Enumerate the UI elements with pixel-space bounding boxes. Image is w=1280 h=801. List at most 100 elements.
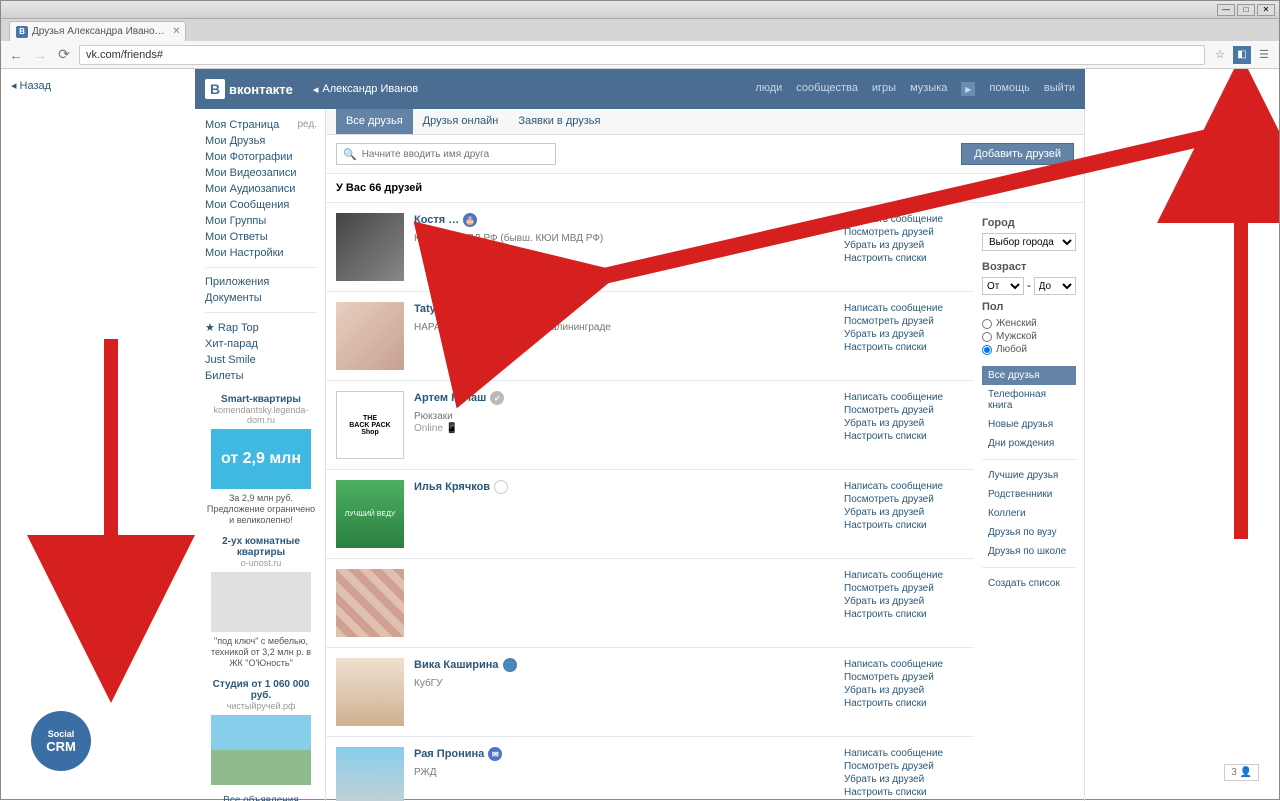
minimize-button[interactable]: — — [1217, 4, 1235, 16]
nav-answers[interactable]: Мои Ответы — [205, 229, 325, 245]
action-lists[interactable]: Настроить списки — [844, 252, 964, 265]
action-view[interactable]: Посмотреть друзей — [844, 582, 964, 595]
action-view[interactable]: Посмотреть друзей — [844, 404, 964, 417]
filter-create-list[interactable]: Создать список — [982, 574, 1076, 593]
action-lists[interactable]: Настроить списки — [844, 697, 964, 710]
avatar[interactable]: THEBACK PACKShop — [336, 391, 404, 459]
action-lists[interactable]: Настроить списки — [844, 519, 964, 532]
action-write[interactable]: Написать сообщение — [844, 391, 964, 404]
action-remove[interactable]: Убрать из друзей — [844, 417, 964, 430]
nav-people[interactable]: люди — [755, 82, 782, 96]
friend-name-link[interactable]: Вика Каширина — [414, 659, 499, 671]
nav-videos[interactable]: Мои Видеозаписи — [205, 165, 325, 181]
close-window-button[interactable]: ✕ — [1257, 4, 1275, 16]
nav-justsmile[interactable]: Just Smile — [205, 352, 325, 368]
action-lists[interactable]: Настроить списки — [844, 608, 964, 621]
nav-photos[interactable]: Мои Фотографии — [205, 149, 325, 165]
age-from-select[interactable]: От — [982, 277, 1024, 295]
action-write[interactable]: Написать сообщение — [844, 480, 964, 493]
search-box[interactable]: 🔍 — [336, 143, 556, 165]
friend-name-link[interactable]: Артем Калаш — [414, 392, 486, 404]
avatar[interactable] — [336, 213, 404, 281]
vk-logo[interactable]: В вконтакте — [205, 79, 293, 99]
tab-requests[interactable]: Заявки в друзья — [508, 109, 610, 134]
action-lists[interactable]: Настроить списки — [844, 341, 964, 354]
action-lists[interactable]: Настроить списки — [844, 786, 964, 799]
filter-coworkers[interactable]: Коллеги — [982, 504, 1076, 523]
action-remove[interactable]: Убрать из друзей — [844, 773, 964, 786]
filter-best[interactable]: Лучшие друзья — [982, 466, 1076, 485]
online-counter[interactable]: 3 👤 — [1224, 764, 1259, 781]
nav-settings[interactable]: Мои Настройки — [205, 245, 325, 261]
chrome-back-link[interactable]: ◂ Назад — [11, 79, 51, 92]
social-crm-badge[interactable]: Social CRM — [31, 711, 91, 771]
reload-button[interactable]: ⟳ — [55, 46, 73, 64]
action-view[interactable]: Посмотреть друзей — [844, 671, 964, 684]
nav-docs[interactable]: Документы — [205, 290, 325, 306]
action-write[interactable]: Написать сообщение — [844, 302, 964, 315]
action-view[interactable]: Посмотреть друзей — [844, 760, 964, 773]
close-tab-icon[interactable]: ✕ — [172, 26, 180, 37]
avatar[interactable] — [336, 569, 404, 637]
friend-name-link[interactable]: Илья Крячков — [414, 481, 490, 493]
nav-hitparad[interactable]: Хит-парад — [205, 336, 325, 352]
filter-phonebook[interactable]: Телефонная книга — [982, 385, 1076, 415]
filter-relatives[interactable]: Родственники — [982, 485, 1076, 504]
filter-school[interactable]: Друзья по школе — [982, 542, 1076, 561]
edit-link[interactable]: ред. — [297, 119, 317, 130]
nav-exit[interactable]: выйти — [1044, 82, 1075, 96]
ad-block-1[interactable]: Smart-квартиры komendantsky.legenda-dom.… — [205, 394, 325, 526]
filter-all[interactable]: Все друзья — [982, 366, 1076, 385]
action-remove[interactable]: Убрать из друзей — [844, 595, 964, 608]
nav-music[interactable]: музыка — [910, 82, 947, 96]
action-view[interactable]: Посмотреть друзей — [844, 315, 964, 328]
forward-button[interactable]: → — [31, 46, 49, 64]
nav-games[interactable]: игры — [872, 82, 896, 96]
friend-name-link[interactable]: Рая Пронина — [414, 748, 484, 760]
avatar[interactable] — [336, 658, 404, 726]
nav-my-page[interactable]: Моя Страницаред. — [205, 117, 325, 133]
action-write[interactable]: Написать сообщение — [844, 213, 964, 226]
filter-new[interactable]: Новые друзья — [982, 415, 1076, 434]
friend-name-link[interactable]: Tatyana Kaliningrad — [414, 303, 518, 315]
star-icon[interactable]: ☆ — [1211, 46, 1229, 64]
friend-name-link[interactable] — [414, 569, 417, 581]
action-remove[interactable]: Убрать из друзей — [844, 506, 964, 519]
maximize-button[interactable]: □ — [1237, 4, 1255, 16]
nav-messages[interactable]: Мои Сообщения — [205, 197, 325, 213]
url-field[interactable]: vk.com/friends# — [79, 45, 1205, 65]
age-to-select[interactable]: До — [1034, 277, 1076, 295]
radio-male[interactable]: Мужской — [982, 330, 1076, 343]
radio-any[interactable]: Любой — [982, 343, 1076, 356]
action-remove[interactable]: Убрать из друзей — [844, 684, 964, 697]
all-ads-link[interactable]: Все объявления — [205, 795, 325, 801]
action-write[interactable]: Написать сообщение — [844, 747, 964, 760]
add-friends-button[interactable]: Добавить друзей — [961, 143, 1074, 165]
nav-help[interactable]: помощь — [989, 82, 1030, 96]
action-remove[interactable]: Убрать из друзей — [844, 239, 964, 252]
avatar[interactable] — [336, 302, 404, 370]
nav-more-icon[interactable]: ▶ — [961, 82, 975, 96]
browser-tab[interactable]: В Друзья Александра Ивано… ✕ — [9, 21, 186, 41]
radio-female[interactable]: Женский — [982, 317, 1076, 330]
action-write[interactable]: Написать сообщение — [844, 569, 964, 582]
nav-apps[interactable]: Приложения — [205, 274, 325, 290]
nav-raptop[interactable]: ★ Rap Top — [205, 319, 325, 336]
header-username[interactable]: ◂ Александр Иванов — [313, 83, 418, 96]
nav-communities[interactable]: сообщества — [796, 82, 858, 96]
nav-friends[interactable]: Мои Друзья — [205, 133, 325, 149]
ad-block-3[interactable]: Студия от 1 060 000 руб. чистыйручей.рф — [205, 679, 325, 785]
search-input[interactable] — [362, 149, 549, 160]
avatar[interactable]: ЛУЧШИЙ ВЕДУ — [336, 480, 404, 548]
ad-block-2[interactable]: 2-ух комнатные квартиры o-unost.ru "под … — [205, 536, 325, 669]
action-view[interactable]: Посмотреть друзей — [844, 226, 964, 239]
nav-groups[interactable]: Мои Группы — [205, 213, 325, 229]
tab-online[interactable]: Друзья онлайн — [413, 109, 509, 134]
filter-uni[interactable]: Друзья по вузу — [982, 523, 1076, 542]
action-write[interactable]: Написать сообщение — [844, 658, 964, 671]
action-lists[interactable]: Настроить списки — [844, 430, 964, 443]
city-select[interactable]: Выбор города — [982, 233, 1076, 251]
friend-name-link[interactable]: Костя … — [414, 214, 459, 226]
filter-birthdays[interactable]: Дни рождения — [982, 434, 1076, 453]
action-remove[interactable]: Убрать из друзей — [844, 328, 964, 341]
